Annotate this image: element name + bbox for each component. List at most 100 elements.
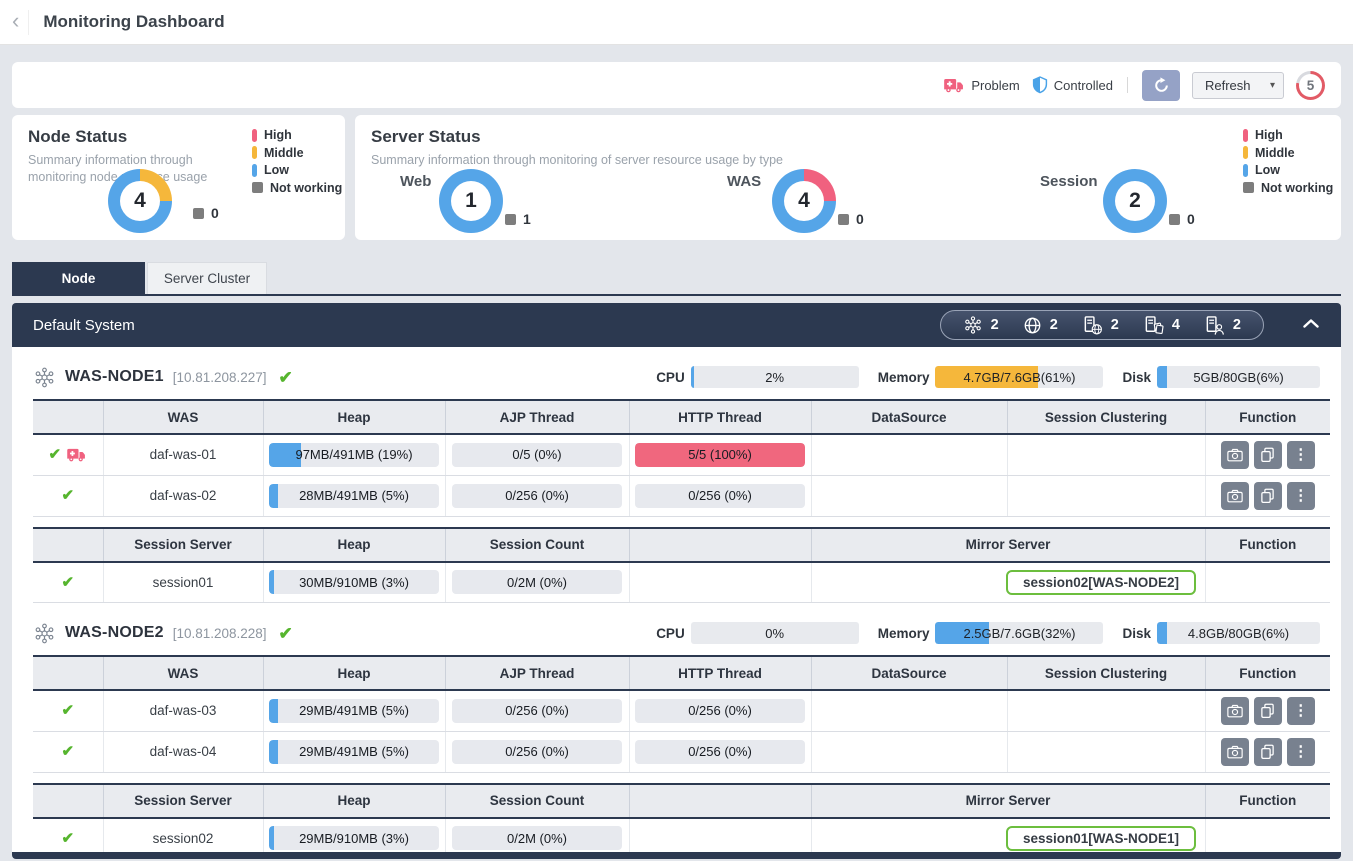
cpu-gauge: 2% xyxy=(691,366,859,388)
node-cluster-icon xyxy=(33,622,56,645)
copy-button[interactable] xyxy=(1254,441,1282,469)
system-title: Default System xyxy=(33,317,135,334)
tab-node[interactable]: Node xyxy=(12,262,145,294)
datasource-column-header: DataSource xyxy=(811,656,1007,690)
copy-icon xyxy=(1260,488,1275,504)
heap-gauge: 97MB/491MB (19%) xyxy=(269,443,439,467)
toolbar: Problem Controlled Refresh ▾ 5 xyxy=(12,62,1341,108)
session-table-node2: Session Server Heap Session Count Mirror… xyxy=(33,783,1330,853)
session-clustering-cell xyxy=(1007,731,1205,772)
empty-column-header xyxy=(629,528,811,562)
session-table-node1: Session Server Heap Session Count Mirror… xyxy=(33,527,1330,604)
thread-dump-button[interactable] xyxy=(1221,738,1249,766)
copy-button[interactable] xyxy=(1254,482,1282,510)
system-panel-header: Default System 2 2 xyxy=(12,303,1341,347)
datasource-cell xyxy=(811,475,1007,516)
web-donut: 1 xyxy=(439,169,503,233)
ajp-gauge: 0/5 (0%) xyxy=(452,443,622,467)
http-column-header: HTTP Thread xyxy=(629,656,811,690)
copy-button[interactable] xyxy=(1254,738,1282,766)
tab-server-cluster[interactable]: Server Cluster xyxy=(147,262,267,294)
refresh-interval-dropdown[interactable]: Refresh ▾ xyxy=(1192,72,1284,99)
status-ok-icon: ✔ xyxy=(48,447,61,462)
kebab-icon: ⋮ xyxy=(1293,703,1308,718)
ajp-gauge: 0/256 (0%) xyxy=(452,740,622,764)
back-chevron-icon[interactable]: ‹ xyxy=(10,10,29,35)
http-gauge: 5/5 (100%) xyxy=(635,443,805,467)
session-count-gauge: 0/2M (0%) xyxy=(452,570,622,594)
was-server-counter: 4 xyxy=(1143,315,1180,336)
session-clustering-cell xyxy=(1007,690,1205,731)
status-ok-icon: ✔ xyxy=(61,487,74,504)
datasource-cell xyxy=(811,434,1007,475)
copy-button[interactable] xyxy=(1254,697,1282,725)
table-row: ✔ session01 30MB/910MB (3%) 0/2M (0%) se… xyxy=(33,562,1330,603)
more-actions-button[interactable]: ⋮ xyxy=(1287,441,1315,469)
more-actions-button[interactable]: ⋮ xyxy=(1287,738,1315,766)
not-working-chip xyxy=(193,208,204,219)
session-count-gauge: 0/2M (0%) xyxy=(452,826,622,850)
copy-icon xyxy=(1260,703,1275,719)
refresh-dropdown-label: Refresh xyxy=(1205,78,1251,93)
node-ip: [10.81.208.228] xyxy=(173,626,267,641)
was-name: daf-was-04 xyxy=(103,731,263,772)
mirror-server-column-header: Mirror Server xyxy=(811,528,1205,562)
status-legend: High Middle Low Not working xyxy=(252,128,342,195)
refresh-button[interactable] xyxy=(1142,70,1180,101)
thread-dump-button[interactable] xyxy=(1221,482,1249,510)
was-name: daf-was-02 xyxy=(103,475,263,516)
thread-dump-button[interactable] xyxy=(1221,697,1249,725)
kebab-icon: ⋮ xyxy=(1293,488,1308,503)
camera-icon xyxy=(1227,489,1243,503)
function-cell xyxy=(1205,818,1330,853)
system-summary-pill: 2 2 2 xyxy=(940,310,1264,340)
web-server-icon xyxy=(1082,315,1103,336)
was-server-icon xyxy=(1143,315,1164,336)
copy-icon xyxy=(1260,447,1275,463)
ajp-gauge: 0/256 (0%) xyxy=(452,699,622,723)
was-name: daf-was-03 xyxy=(103,690,263,731)
copy-icon xyxy=(1260,744,1275,760)
session-server-counter: 2 xyxy=(1204,315,1241,336)
session-gauge-label: Session xyxy=(1040,173,1098,190)
chevron-up-icon xyxy=(1303,319,1319,328)
heap-column-header: Heap xyxy=(263,656,445,690)
status-column-header xyxy=(33,400,103,434)
table-row: ✔ daf-was-02 28MB/491MB (5%) 0/256 (0%) … xyxy=(33,475,1330,516)
web-gauge-label: Web xyxy=(400,173,431,190)
node-ok-icon: ✔ xyxy=(279,625,293,642)
ajp-gauge: 0/256 (0%) xyxy=(452,484,622,508)
not-working-chip xyxy=(1169,214,1180,225)
status-column-header xyxy=(33,656,103,690)
session-server-name: session02 xyxy=(103,818,263,853)
heap-column-header: Heap xyxy=(263,784,445,818)
web-not-working-count: 1 xyxy=(505,211,531,227)
problem-label: Problem xyxy=(971,78,1019,93)
node-not-working-count: 0 xyxy=(193,205,219,221)
not-working-chip xyxy=(252,182,263,193)
session-server-column-header: Session Server xyxy=(103,528,263,562)
status-column-header xyxy=(33,528,103,562)
web-counter: 2 xyxy=(1023,316,1058,335)
memory-gauge: 4.7GB/7.6GB(61%) xyxy=(935,366,1103,388)
was-column-header: WAS xyxy=(103,656,263,690)
cpu-gauge: 0% xyxy=(691,622,859,644)
thread-dump-button[interactable] xyxy=(1221,441,1249,469)
server-status-panel: Server Status Summary information throug… xyxy=(355,115,1341,240)
ambulance-icon xyxy=(943,77,965,94)
node-status-panel: Node Status Summary information through … xyxy=(12,115,345,240)
session-server-name: session01 xyxy=(103,562,263,603)
countdown-value: 5 xyxy=(1307,78,1315,93)
controlled-legend: Controlled xyxy=(1032,76,1113,94)
function-column-header: Function xyxy=(1205,784,1330,818)
status-ok-icon: ✔ xyxy=(61,702,74,719)
function-cell xyxy=(1205,562,1330,603)
more-actions-button[interactable]: ⋮ xyxy=(1287,697,1315,725)
session-clustering-column-header: Session Clustering xyxy=(1007,400,1205,434)
collapse-panel-button[interactable] xyxy=(1299,315,1323,332)
node-header-was-node2: WAS-NODE2 [10.81.208.228] ✔ CPU 0% Memor… xyxy=(33,611,1320,655)
more-actions-button[interactable]: ⋮ xyxy=(1287,482,1315,510)
refresh-countdown: 5 xyxy=(1296,71,1325,100)
status-legend: High Middle Low Not working xyxy=(1243,128,1333,195)
shield-icon xyxy=(1032,76,1048,94)
